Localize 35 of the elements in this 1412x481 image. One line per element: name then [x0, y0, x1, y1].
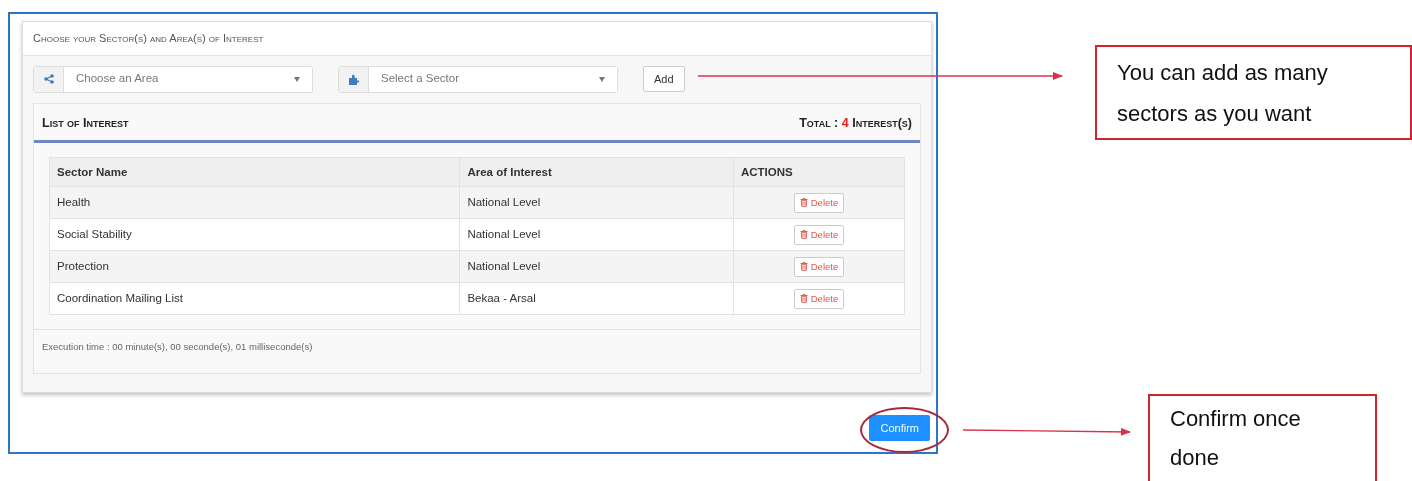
callout-box: You can add as many sectors as you want [1095, 45, 1412, 140]
caret-icon [294, 76, 300, 82]
area-placeholder: Choose an Area [76, 71, 159, 87]
trash-icon [799, 262, 808, 272]
total-count: Total : 4 Interest(s) [799, 114, 912, 132]
trash-icon [799, 294, 808, 304]
puzzle-icon [347, 73, 360, 85]
table-cell: Protection [49, 250, 460, 283]
delete-button[interactable]: Delete [793, 288, 845, 309]
table-cell: Health [49, 186, 460, 219]
list-title: List of Interest [42, 114, 129, 132]
caret-icon [599, 76, 605, 82]
delete-button[interactable]: Delete [793, 192, 845, 213]
trash-icon [799, 230, 808, 240]
execution-time: Execution time : 00 minute(s), 00 seconde(s), 01 milliseconde(s) [34, 329, 920, 373]
column-header: Area of Interest [459, 157, 734, 187]
column-header: ACTIONS [733, 157, 905, 187]
column-header: Sector Name [49, 157, 460, 187]
callout-box: Confirm once done [1148, 394, 1377, 481]
confirm-button[interactable]: Confirm [869, 414, 930, 441]
table-cell: Coordination Mailing List [49, 282, 460, 315]
trash-icon [799, 198, 808, 208]
table-cell: National Level [459, 218, 734, 251]
delete-button[interactable]: Delete [793, 224, 845, 245]
panel-title: Choose your Sector(s) and Area(s) of Interest [23, 22, 931, 56]
sector-placeholder: Select a Sector [381, 71, 459, 87]
table-cell: National Level [459, 250, 734, 283]
sector-select[interactable]: Select a Sector [338, 65, 618, 93]
area-select[interactable]: Choose an Area [33, 65, 313, 93]
table-cell: National Level [459, 186, 734, 219]
table-cell: Bekaa - Arsal [459, 282, 734, 315]
delete-button[interactable]: Delete [793, 256, 845, 277]
table-cell: Social Stability [49, 218, 460, 251]
add-button[interactable]: Add [643, 66, 685, 92]
share-icon [43, 74, 54, 84]
